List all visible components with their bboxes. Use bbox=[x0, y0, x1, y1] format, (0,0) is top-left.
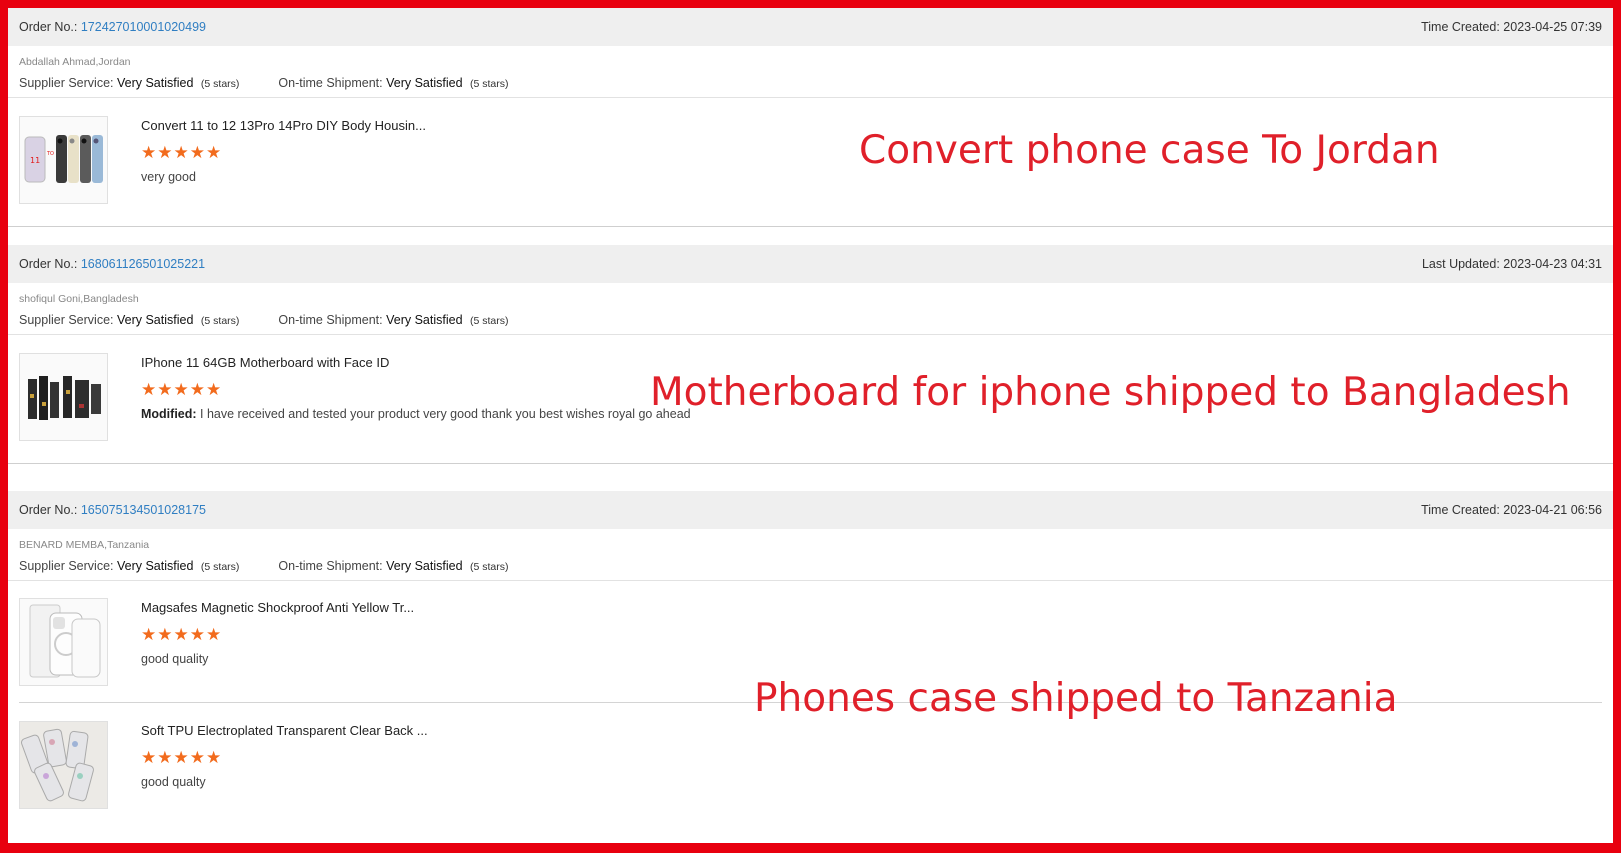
star-rating: ★★★★★ bbox=[141, 625, 223, 644]
order-no-label: Order No.: bbox=[19, 257, 78, 271]
product-thumbnail[interactable] bbox=[19, 353, 108, 441]
svg-text:11: 11 bbox=[30, 156, 40, 165]
ratings-row: Supplier Service: Very Satisfied (5 star… bbox=[19, 559, 509, 573]
order-card: Order No.: 172427010001020499 Time Creat… bbox=[8, 8, 1613, 233]
order-header: Order No.: 165075134501028175 Time Creat… bbox=[8, 491, 1613, 529]
buyer-name: shofiqul Goni,Bangladesh bbox=[19, 293, 139, 305]
review-comment: good quality bbox=[141, 652, 209, 666]
order-card: Order No.: 165075134501028175 Time Creat… bbox=[8, 491, 1613, 843]
phone-housings-image: 11 TO bbox=[24, 135, 103, 183]
red-frame: Order No.: 172427010001020499 Time Creat… bbox=[0, 0, 1621, 853]
svg-text:TO: TO bbox=[46, 151, 54, 157]
order-number-link[interactable]: 172427010001020499 bbox=[81, 20, 206, 34]
shipment-stars: (5 stars) bbox=[470, 561, 509, 573]
star-rating: ★★★★★ bbox=[141, 748, 223, 767]
order-header: Order No.: 172427010001020499 Time Creat… bbox=[8, 8, 1613, 46]
star-rating: ★★★★★ bbox=[141, 143, 223, 162]
shipment-rating: Very Satisfied bbox=[386, 76, 463, 90]
time-label: Last Updated: bbox=[1421, 257, 1500, 271]
product-thumbnail[interactable]: 11 TO bbox=[19, 116, 108, 204]
tpu-cases-image bbox=[20, 722, 107, 808]
order-no-label: Order No.: bbox=[19, 503, 78, 517]
review-item: Soft TPU Electroplated Transparent Clear… bbox=[19, 721, 1602, 809]
product-thumbnail[interactable] bbox=[19, 721, 108, 809]
supplier-stars: (5 stars) bbox=[200, 78, 240, 90]
annotation-jordan: Convert phone case To Jordan bbox=[859, 128, 1440, 173]
motherboard-image bbox=[28, 376, 101, 420]
supplier-rating: Very Satisfied bbox=[116, 559, 194, 573]
modified-label: Modified: bbox=[141, 407, 197, 421]
annotation-tanzania: Phones case shipped to Tanzania bbox=[754, 676, 1398, 721]
review-comment: very good bbox=[141, 170, 196, 184]
supplier-rating: Very Satisfied bbox=[116, 313, 194, 327]
shipment-stars: (5 stars) bbox=[470, 78, 509, 90]
shipment-label: On-time Shipment: bbox=[278, 313, 383, 327]
order-separator bbox=[8, 226, 1613, 227]
supplier-service-label: Supplier Service: bbox=[19, 76, 114, 90]
comment-text: I have received and tested your product … bbox=[200, 407, 691, 421]
review-item: Magsafes Magnetic Shockproof Anti Yellow… bbox=[19, 598, 1602, 686]
supplier-service-label: Supplier Service: bbox=[19, 313, 114, 327]
shipment-label: On-time Shipment: bbox=[278, 559, 383, 573]
supplier-rating: Very Satisfied bbox=[116, 76, 194, 90]
review-comment: good qualty bbox=[141, 775, 206, 789]
time-label: Time Created: bbox=[1421, 503, 1500, 517]
shipment-stars: (5 stars) bbox=[470, 315, 509, 327]
order-header: Order No.: 168061126501025221 Last Updat… bbox=[8, 245, 1613, 283]
order-separator bbox=[8, 463, 1613, 464]
order-number-link[interactable]: 165075134501028175 bbox=[81, 503, 206, 517]
divider bbox=[8, 334, 1613, 335]
product-name[interactable]: IPhone 11 64GB Motherboard with Face ID bbox=[141, 355, 389, 370]
order-time: 2023-04-25 07:39 bbox=[1503, 20, 1602, 34]
divider bbox=[8, 97, 1613, 98]
order-card: Order No.: 168061126501025221 Last Updat… bbox=[8, 245, 1613, 479]
order-time: 2023-04-21 06:56 bbox=[1503, 503, 1602, 517]
shipment-label: On-time Shipment: bbox=[278, 76, 383, 90]
product-name[interactable]: Soft TPU Electroplated Transparent Clear… bbox=[141, 723, 428, 738]
product-thumbnail[interactable] bbox=[19, 598, 108, 686]
supplier-stars: (5 stars) bbox=[200, 315, 240, 327]
order-time: 2023-04-23 04:31 bbox=[1503, 257, 1602, 271]
ratings-row: Supplier Service: Very Satisfied (5 star… bbox=[19, 76, 509, 90]
supplier-stars: (5 stars) bbox=[200, 561, 240, 573]
order-no-label: Order No.: bbox=[19, 20, 78, 34]
divider bbox=[8, 580, 1613, 581]
clear-case-image bbox=[29, 604, 101, 678]
time-label: Time Created: bbox=[1421, 20, 1500, 34]
product-name[interactable]: Magsafes Magnetic Shockproof Anti Yellow… bbox=[141, 600, 414, 615]
product-name[interactable]: Convert 11 to 12 13Pro 14Pro DIY Body Ho… bbox=[141, 118, 426, 133]
ratings-row: Supplier Service: Very Satisfied (5 star… bbox=[19, 313, 509, 327]
shipment-rating: Very Satisfied bbox=[386, 559, 463, 573]
review-comment: Modified: I have received and tested you… bbox=[141, 407, 691, 421]
buyer-name: Abdallah Ahmad,Jordan bbox=[19, 56, 131, 68]
order-number-link[interactable]: 168061126501025221 bbox=[81, 257, 205, 271]
buyer-name: BENARD MEMBA,Tanzania bbox=[19, 539, 150, 551]
shipment-rating: Very Satisfied bbox=[386, 313, 463, 327]
star-rating: ★★★★★ bbox=[141, 380, 223, 399]
supplier-service-label: Supplier Service: bbox=[19, 559, 114, 573]
annotation-bangladesh: Motherboard for iphone shipped to Bangla… bbox=[650, 370, 1571, 415]
